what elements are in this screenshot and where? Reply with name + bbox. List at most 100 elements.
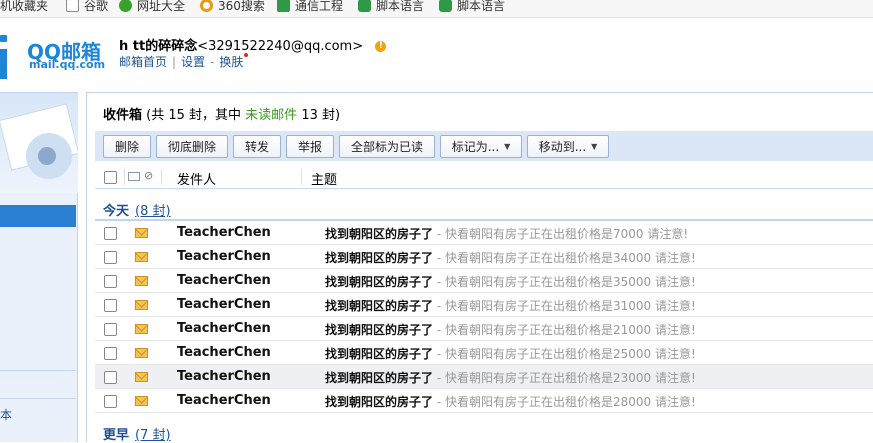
table-row[interactable]: TeacherChen 找到朝阳区的房子了 - 快看朝阳有房子正在出租价格是21… bbox=[95, 317, 873, 341]
mark-as-dropdown[interactable]: 标记为... ▼ bbox=[440, 135, 522, 158]
email-preview: - 快看朝阳有房子正在出租价格是28000 请注意! bbox=[433, 395, 696, 409]
bookmark-item[interactable]: 360搜索 bbox=[200, 0, 265, 14]
group-earlier: 更早 (7 封) bbox=[103, 424, 171, 443]
select-all-checkbox[interactable] bbox=[104, 171, 117, 184]
email-subject-cell: 找到朝阳区的房子了 - 快看朝阳有房子正在出租价格是35000 请注意! bbox=[325, 273, 696, 290]
mark-all-read-button[interactable]: 全部标为已读 bbox=[339, 135, 435, 158]
email-subject: 找到朝阳区的房子了 bbox=[325, 347, 434, 361]
user-email: <3291522240@qq.com> bbox=[197, 39, 364, 54]
mark-as-label: 标记为... bbox=[451, 140, 500, 154]
inbox-summary-prefix: (共 15 封，其中 bbox=[142, 108, 246, 123]
row-checkbox[interactable] bbox=[104, 299, 117, 312]
email-sender: TeacherChen bbox=[177, 393, 271, 408]
bookmark-item[interactable]: 脚本语言 bbox=[358, 0, 424, 14]
sidebar-item-inbox-selected[interactable] bbox=[0, 205, 76, 227]
report-button[interactable]: 举报 bbox=[286, 135, 334, 158]
row-checkbox[interactable] bbox=[104, 227, 117, 240]
row-checkbox[interactable] bbox=[104, 251, 117, 264]
unread-envelope-icon bbox=[135, 300, 148, 310]
email-preview: - 快看朝阳有房子正在出租价格是35000 请注意! bbox=[433, 275, 696, 289]
email-subject: 找到朝阳区的房子了 bbox=[325, 251, 434, 265]
group-title: 更早 bbox=[103, 428, 130, 443]
email-sender: TeacherChen bbox=[177, 321, 271, 336]
unread-envelope-icon bbox=[135, 372, 148, 382]
unread-envelope-icon bbox=[135, 396, 148, 406]
table-row[interactable]: TeacherChen 找到朝阳区的房子了 - 快看朝阳有房子正在出租价格是25… bbox=[95, 341, 873, 365]
forward-button[interactable]: 转发 bbox=[233, 135, 281, 158]
move-to-dropdown[interactable]: 移动到... ▼ bbox=[527, 135, 609, 158]
email-preview: - 快看朝阳有房子正在出租价格是21000 请注意! bbox=[433, 323, 696, 337]
group-count-link[interactable]: (7 封) bbox=[135, 428, 171, 443]
bookmark-label: 360搜索 bbox=[218, 0, 265, 13]
email-sender: TeacherChen bbox=[177, 273, 271, 288]
email-preview: - 快看朝阳有房子正在出租价格是31000 请注意! bbox=[433, 299, 696, 313]
unread-envelope-icon bbox=[135, 324, 148, 334]
email-preview: - 快看朝阳有房子正在出租价格是25000 请注意! bbox=[433, 347, 696, 361]
link-change-skin[interactable]: 换肤 bbox=[219, 55, 243, 69]
read-status-column-icon[interactable] bbox=[128, 172, 140, 181]
bookmark-label: 网址大全 bbox=[137, 0, 186, 13]
table-row[interactable]: TeacherChen 找到朝阳区的房子了 - 快看朝阳有房子正在出租价格是35… bbox=[95, 269, 873, 293]
bookmark-item[interactable]: 通信工程 bbox=[277, 0, 343, 14]
email-sender: TeacherChen bbox=[177, 249, 271, 264]
sheet-icon bbox=[277, 0, 290, 12]
email-subject-cell: 找到朝阳区的房子了 - 快看朝阳有房子正在出租价格是7000 请注意! bbox=[325, 225, 688, 242]
delete-forever-button[interactable]: 彻底删除 bbox=[156, 135, 228, 158]
move-to-label: 移动到... bbox=[538, 140, 587, 154]
link-mail-home[interactable]: 邮箱首页 bbox=[119, 55, 167, 69]
email-sender: TeacherChen bbox=[177, 369, 271, 384]
row-checkbox[interactable] bbox=[104, 371, 117, 384]
table-row[interactable]: TeacherChen 找到朝阳区的房子了 - 快看朝阳有房子正在出租价格是31… bbox=[95, 293, 873, 317]
subject-column-header[interactable]: 主题 bbox=[311, 169, 337, 188]
unread-link[interactable]: 未读邮件 bbox=[245, 108, 297, 123]
logo-subtitle: mail.qq.com bbox=[29, 58, 106, 71]
email-subject-cell: 找到朝阳区的房子了 - 快看朝阳有房子正在出租价格是34000 请注意! bbox=[325, 249, 696, 266]
column-divider bbox=[161, 169, 162, 185]
row-checkbox[interactable] bbox=[104, 347, 117, 360]
delete-button[interactable]: 删除 bbox=[103, 135, 151, 158]
row-checkbox[interactable] bbox=[104, 275, 117, 288]
group-count-link[interactable]: (8 封) bbox=[135, 204, 171, 219]
notification-dot bbox=[244, 53, 249, 57]
unread-envelope-icon bbox=[135, 228, 148, 238]
table-row[interactable]: TeacherChen 找到朝阳区的房子了 - 快看朝阳有房子正在出租价格是70… bbox=[95, 221, 873, 245]
caret-down-icon: ▼ bbox=[591, 142, 598, 151]
table-row[interactable]: TeacherChen 找到朝阳区的房子了 - 快看朝阳有房子正在出租价格是34… bbox=[95, 245, 873, 269]
bookmark-item[interactable]: 脚本语言 bbox=[439, 0, 505, 14]
row-checkbox[interactable] bbox=[104, 323, 117, 336]
email-subject: 找到朝阳区的房子了 bbox=[325, 227, 434, 241]
sender-column-header[interactable]: 发件人 bbox=[177, 169, 216, 188]
bookmark-item[interactable]: 手机收藏夹 bbox=[0, 0, 48, 14]
attachment-column-icon[interactable]: ⊘ bbox=[144, 169, 153, 182]
email-preview: - 快看朝阳有房子正在出租价格是34000 请注意! bbox=[433, 251, 696, 265]
unread-envelope-icon bbox=[135, 252, 148, 262]
bookmarks-bar: 手机收藏夹 谷歌 网址大全 360搜索 通信工程 脚本语言 脚本语言 bbox=[0, 0, 873, 18]
link-settings[interactable]: 设置 bbox=[181, 55, 205, 69]
warning-icon[interactable]: ! bbox=[375, 41, 387, 52]
inbox-panel: 收件箱 (共 15 封，其中 未读邮件 13 封) 删除 彻底删除 转发 举报 … bbox=[86, 92, 873, 443]
bookmark-item[interactable]: 网址大全 bbox=[119, 0, 185, 14]
column-header: ⊘ 发件人 主题 bbox=[95, 165, 873, 189]
folder-icon bbox=[358, 0, 371, 12]
page-title: 收件箱 bbox=[103, 108, 143, 123]
page-icon bbox=[66, 0, 79, 12]
table-row[interactable]: TeacherChen 找到朝阳区的房子了 - 快看朝阳有房子正在出租价格是28… bbox=[95, 389, 873, 413]
caret-down-icon: ▼ bbox=[504, 142, 511, 151]
mail-toolbar: 删除 彻底删除 转发 举报 全部标为已读 标记为... ▼ 移动到... ▼ bbox=[95, 131, 873, 161]
email-subject: 找到朝阳区的房子了 bbox=[325, 323, 434, 337]
email-subject: 找到朝阳区的房子了 bbox=[325, 275, 434, 289]
qq-penguin-banner bbox=[0, 93, 78, 193]
sidebar-divider bbox=[0, 398, 76, 399]
row-checkbox[interactable] bbox=[104, 395, 117, 408]
table-row[interactable]: TeacherChen 找到朝阳区的房子了 - 快看朝阳有房子正在出租价格是23… bbox=[95, 365, 873, 389]
email-subject: 找到朝阳区的房子了 bbox=[325, 395, 434, 409]
email-subject-cell: 找到朝阳区的房子了 - 快看朝阳有房子正在出租价格是28000 请注意! bbox=[325, 393, 696, 410]
sidebar-divider bbox=[0, 370, 76, 371]
sidebar-item-label[interactable]: 本 bbox=[0, 406, 12, 423]
email-sender: TeacherChen bbox=[177, 345, 271, 360]
inbox-summary-suffix: 13 封) bbox=[297, 108, 341, 123]
email-subject-cell: 找到朝阳区的房子了 - 快看朝阳有房子正在出租价格是25000 请注意! bbox=[325, 345, 696, 362]
inbox-title: 收件箱 (共 15 封，其中 未读邮件 13 封) bbox=[103, 104, 340, 123]
bookmark-item[interactable]: 谷歌 bbox=[66, 0, 108, 14]
email-sender: TeacherChen bbox=[177, 225, 271, 240]
